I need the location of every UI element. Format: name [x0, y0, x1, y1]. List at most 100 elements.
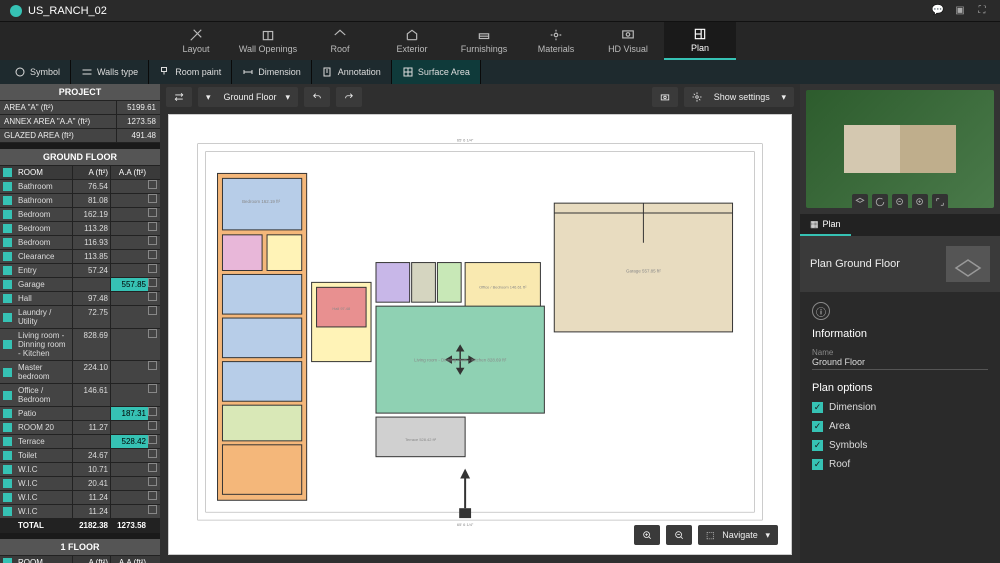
tab-plan[interactable]: Plan	[664, 22, 736, 60]
floor-plan-canvas[interactable]: 65' 6 1/4" 65' 6 1/4" Bedroom 162.19 ft²…	[168, 114, 792, 555]
table-row[interactable]: ROOM 2011.27	[0, 421, 160, 435]
row-toggle[interactable]	[148, 278, 157, 287]
row-check[interactable]	[3, 210, 12, 219]
check-all-floor1[interactable]	[3, 558, 12, 563]
table-row[interactable]: Living room - Dinning room - Kitchen828.…	[0, 329, 160, 361]
navigate-dropdown[interactable]: ⬚Navigate▾	[698, 525, 778, 545]
row-check[interactable]	[3, 196, 12, 205]
plan-option[interactable]: Roof	[812, 459, 988, 470]
preview-rotate-icon[interactable]	[872, 194, 888, 210]
window-icon[interactable]: ▣	[952, 3, 968, 19]
row-toggle[interactable]	[148, 384, 157, 393]
row-toggle[interactable]	[148, 329, 157, 338]
row-check[interactable]	[3, 238, 12, 247]
plan-name-input[interactable]: Ground Floor	[812, 357, 988, 370]
row-check[interactable]	[3, 313, 12, 322]
row-check[interactable]	[3, 294, 12, 303]
show-settings-dropdown[interactable]: Show settings▾	[684, 87, 794, 107]
table-row[interactable]: W.I.C10.71	[0, 463, 160, 477]
option-check[interactable]	[812, 402, 823, 413]
table-row[interactable]: Terrace528.42	[0, 435, 160, 449]
zoom-out-button[interactable]	[666, 525, 692, 545]
tab-layout[interactable]: Layout	[160, 22, 232, 60]
plan-option[interactable]: Area	[812, 421, 988, 432]
row-check[interactable]	[3, 340, 12, 349]
row-toggle[interactable]	[148, 505, 157, 514]
chat-icon[interactable]: 💬	[930, 3, 946, 19]
subtab-annotation[interactable]: Annotation	[312, 60, 392, 84]
row-check[interactable]	[3, 493, 12, 502]
table-row[interactable]: Laundry / Utility72.75	[0, 306, 160, 329]
table-row[interactable]: Bathroom76.54	[0, 180, 160, 194]
check-all-ground[interactable]	[3, 168, 12, 177]
row-toggle[interactable]	[148, 449, 157, 458]
row-toggle[interactable]	[148, 180, 157, 189]
table-row[interactable]: Bedroom113.28	[0, 222, 160, 236]
table-row[interactable]: Clearance113.85	[0, 250, 160, 264]
row-toggle[interactable]	[148, 250, 157, 259]
table-row[interactable]: Garage557.85	[0, 278, 160, 292]
row-check[interactable]	[3, 423, 12, 432]
table-row[interactable]: Office / Bedroom146.61	[0, 384, 160, 407]
tab-wall-openings[interactable]: Wall Openings	[232, 22, 304, 60]
row-toggle[interactable]	[148, 435, 157, 444]
plan-option[interactable]: Symbols	[812, 440, 988, 451]
row-toggle[interactable]	[148, 236, 157, 245]
floor-selector[interactable]: ▾Ground Floor▾	[198, 87, 298, 107]
table-row[interactable]: Bedroom116.93	[0, 236, 160, 250]
preview-zoom-in-icon[interactable]	[912, 194, 928, 210]
row-check[interactable]	[3, 224, 12, 233]
tab-exterior[interactable]: Exterior	[376, 22, 448, 60]
table-row[interactable]: Bedroom162.19	[0, 208, 160, 222]
row-toggle[interactable]	[148, 264, 157, 273]
row-check[interactable]	[3, 266, 12, 275]
preview-expand-icon[interactable]	[932, 194, 948, 210]
row-toggle[interactable]	[148, 292, 157, 301]
table-row[interactable]: Entry57.24	[0, 264, 160, 278]
table-row[interactable]: Bathroom81.08	[0, 194, 160, 208]
row-toggle[interactable]	[148, 407, 157, 416]
option-check[interactable]	[812, 421, 823, 432]
table-row[interactable]: Hall97.48	[0, 292, 160, 306]
row-check[interactable]	[3, 507, 12, 516]
plan-option[interactable]: Dimension	[812, 402, 988, 413]
tab-hd-visual[interactable]: HD Visual	[592, 22, 664, 60]
3d-preview[interactable]	[800, 84, 1000, 214]
subtab-walls-type[interactable]: Walls type	[71, 60, 149, 84]
row-toggle[interactable]	[148, 477, 157, 486]
info-icon[interactable]: ⓘ	[812, 302, 830, 320]
row-check[interactable]	[3, 182, 12, 191]
option-check[interactable]	[812, 459, 823, 470]
subtab-symbol[interactable]: Symbol	[4, 60, 71, 84]
zoom-in-button[interactable]	[634, 525, 660, 545]
table-row[interactable]: W.I.C20.41	[0, 477, 160, 491]
redo-button[interactable]	[336, 87, 362, 107]
fullscreen-icon[interactable]: ⛶	[974, 3, 990, 19]
row-toggle[interactable]	[148, 491, 157, 500]
row-toggle[interactable]	[148, 361, 157, 370]
tab-furnishings[interactable]: Furnishings	[448, 22, 520, 60]
table-row[interactable]: Toilet24.67	[0, 449, 160, 463]
subtab-surface-area[interactable]: Surface Area	[392, 60, 481, 84]
row-check[interactable]	[3, 451, 12, 460]
camera-icon[interactable]	[652, 87, 678, 107]
row-toggle[interactable]	[148, 421, 157, 430]
undo-button[interactable]	[304, 87, 330, 107]
row-toggle[interactable]	[148, 194, 157, 203]
row-check[interactable]	[3, 391, 12, 400]
swap-icon[interactable]	[166, 87, 192, 107]
row-check[interactable]	[3, 437, 12, 446]
option-check[interactable]	[812, 440, 823, 451]
subtab-room-paint[interactable]: Room paint	[149, 60, 232, 84]
preview-layers-icon[interactable]	[852, 194, 868, 210]
row-toggle[interactable]	[148, 222, 157, 231]
table-row[interactable]: Master bedroom224.10	[0, 361, 160, 384]
row-toggle[interactable]	[148, 463, 157, 472]
subtab-dimension[interactable]: Dimension	[232, 60, 312, 84]
table-row[interactable]: Patio187.31	[0, 407, 160, 421]
row-check[interactable]	[3, 465, 12, 474]
row-check[interactable]	[3, 280, 12, 289]
panel-tab-plan[interactable]: ▦Plan	[800, 214, 851, 236]
row-check[interactable]	[3, 368, 12, 377]
tab-materials[interactable]: Materials	[520, 22, 592, 60]
